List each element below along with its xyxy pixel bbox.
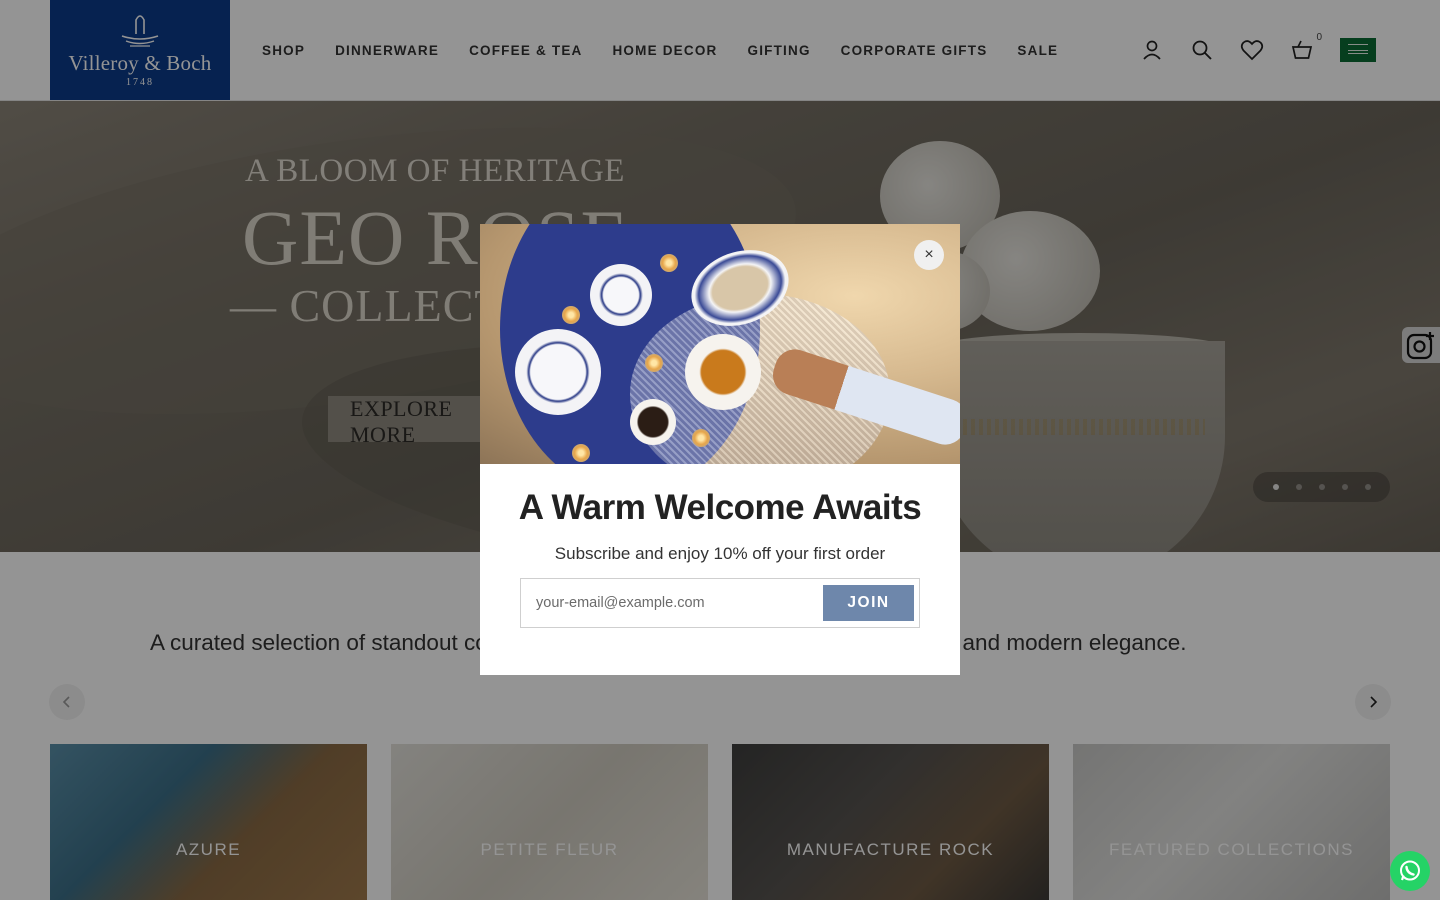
- popup-subtitle: Subscribe and enjoy 10% off your first o…: [554, 544, 886, 563]
- image-candle: [660, 254, 678, 272]
- image-tea-cup: [685, 334, 761, 410]
- close-icon: ×: [924, 246, 934, 263]
- image-coffee-cup: [630, 399, 676, 445]
- image-candle: [645, 354, 663, 372]
- newsletter-popup: × A Warm Welcome Awaits Subscribe and en…: [480, 224, 960, 675]
- image-candle: [572, 444, 590, 462]
- whatsapp-chat-button[interactable]: [1390, 851, 1430, 891]
- popup-tea-image: [480, 224, 960, 464]
- newsletter-form: JOIN: [520, 578, 920, 628]
- join-button[interactable]: JOIN: [823, 585, 914, 621]
- image-candle: [692, 429, 710, 447]
- email-field[interactable]: [521, 579, 816, 627]
- whatsapp-icon: [1400, 860, 1420, 881]
- popup-title: A Warm Welcome Awaits: [518, 488, 922, 527]
- image-candle: [562, 306, 580, 324]
- popup-close-button[interactable]: ×: [914, 240, 944, 270]
- image-teapot: [515, 329, 601, 415]
- image-teapot: [590, 264, 652, 326]
